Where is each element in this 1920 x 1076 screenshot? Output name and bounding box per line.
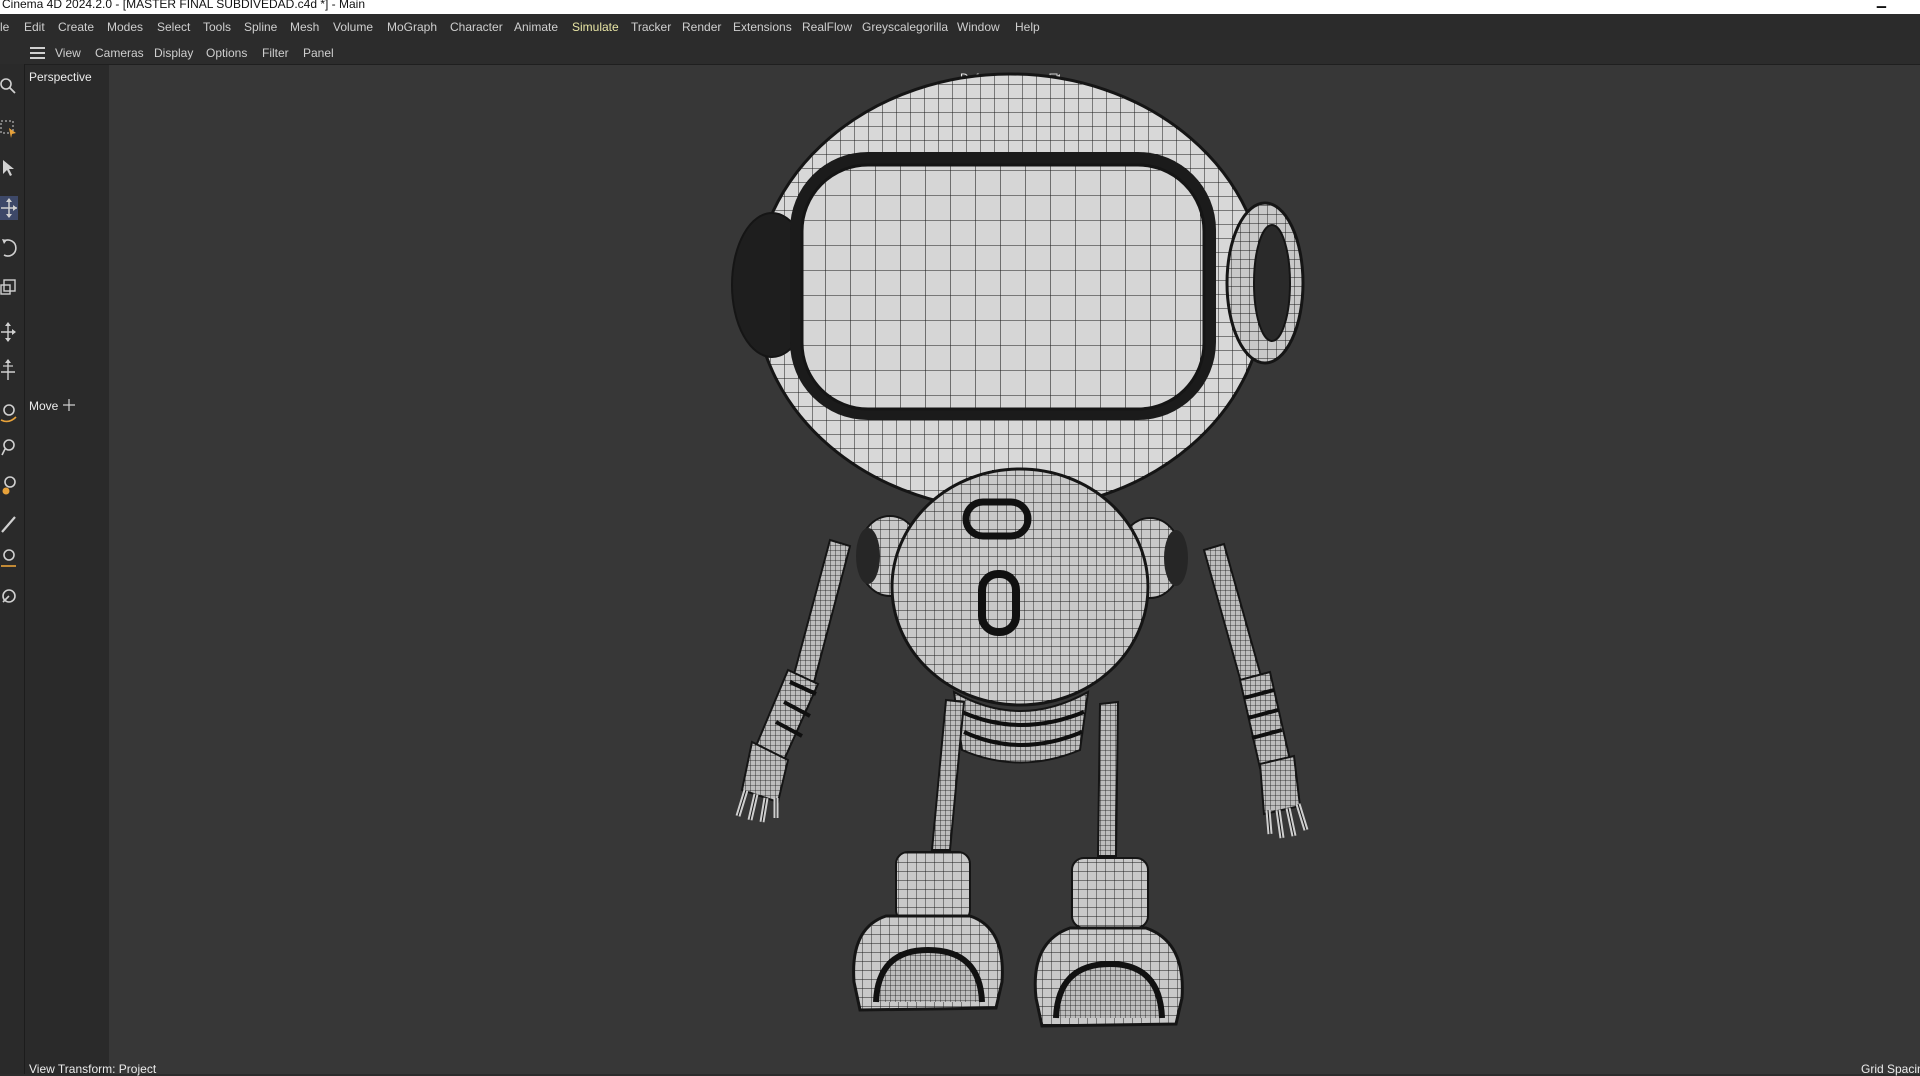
search-icon[interactable]	[0, 74, 18, 98]
menu-window[interactable]: Window	[957, 20, 1000, 34]
axis-icon[interactable]	[0, 358, 18, 382]
minimize-icon[interactable]: ▁	[1877, 0, 1886, 7]
move-icon	[62, 399, 75, 411]
viewport-menu-display[interactable]: Display	[154, 46, 193, 60]
magnet-icon[interactable]	[0, 546, 18, 570]
spline-pen-icon[interactable]	[0, 586, 18, 610]
menu-spline[interactable]: Spline	[244, 20, 277, 34]
menu-simulate[interactable]: Simulate	[572, 20, 619, 34]
rotate-icon[interactable]	[0, 236, 18, 260]
menu-character[interactable]: Character	[450, 20, 503, 34]
viewport-menu-panel[interactable]: Panel	[303, 46, 334, 60]
menu-file[interactable]: le	[0, 20, 9, 34]
viewport-menu-filter[interactable]: Filter	[262, 46, 289, 60]
menu-realflow[interactable]: RealFlow	[802, 20, 852, 34]
menu-animate[interactable]: Animate	[514, 20, 558, 34]
transform-icon[interactable]	[0, 320, 18, 344]
rect-select-icon[interactable]	[0, 116, 18, 140]
viewport-menu-bar: View Cameras Display Options Filter Pane…	[24, 42, 1920, 64]
menu-select[interactable]: Select	[157, 20, 190, 34]
menu-edit[interactable]: Edit	[24, 20, 45, 34]
menu-render[interactable]: Render	[682, 20, 721, 34]
scale-icon[interactable]	[0, 276, 18, 300]
view-name-label: Perspective	[29, 70, 92, 84]
menu-volume[interactable]: Volume	[333, 20, 373, 34]
menu-tools[interactable]: Tools	[203, 20, 231, 34]
title-bar: Cinema 4D 2024.2.0 - [MASTER FINAL SUBDI…	[0, 0, 1920, 14]
viewport-left-shade	[25, 65, 109, 1074]
menu-create[interactable]: Create	[58, 20, 94, 34]
robot-head	[731, 72, 1305, 512]
brush-icon[interactable]	[0, 402, 18, 426]
viewport-menu-cameras[interactable]: Cameras	[95, 46, 144, 60]
paint-icon[interactable]	[0, 474, 18, 498]
robot-wireframe-model[interactable]	[700, 70, 1320, 1050]
viewport-menu-view[interactable]: View	[55, 46, 81, 60]
menu-extensions[interactable]: Extensions	[733, 20, 792, 34]
smooth-icon[interactable]	[0, 436, 18, 460]
menu-modes[interactable]: Modes	[107, 20, 143, 34]
menu-mograph[interactable]: MoGraph	[387, 20, 437, 34]
menu-greyscalegorilla[interactable]: Greyscalegorilla	[862, 20, 948, 34]
main-menu-bar: le Edit Create Modes Select Tools Spline…	[0, 14, 1920, 40]
menu-mesh[interactable]: Mesh	[290, 20, 319, 34]
window-title: Cinema 4D 2024.2.0 - [MASTER FINAL SUBDI…	[2, 0, 366, 11]
live-select-icon[interactable]	[0, 156, 18, 180]
menu-help[interactable]: Help	[1015, 20, 1040, 34]
move-icon[interactable]	[0, 196, 18, 220]
hamburger-menu-icon[interactable]	[30, 47, 45, 59]
tool-palette	[0, 64, 25, 1074]
knife-icon[interactable]	[0, 512, 18, 536]
menu-tracker[interactable]: Tracker	[631, 20, 671, 34]
viewport-menu-options[interactable]: Options	[206, 46, 247, 60]
active-tool-label: Move	[29, 397, 75, 415]
